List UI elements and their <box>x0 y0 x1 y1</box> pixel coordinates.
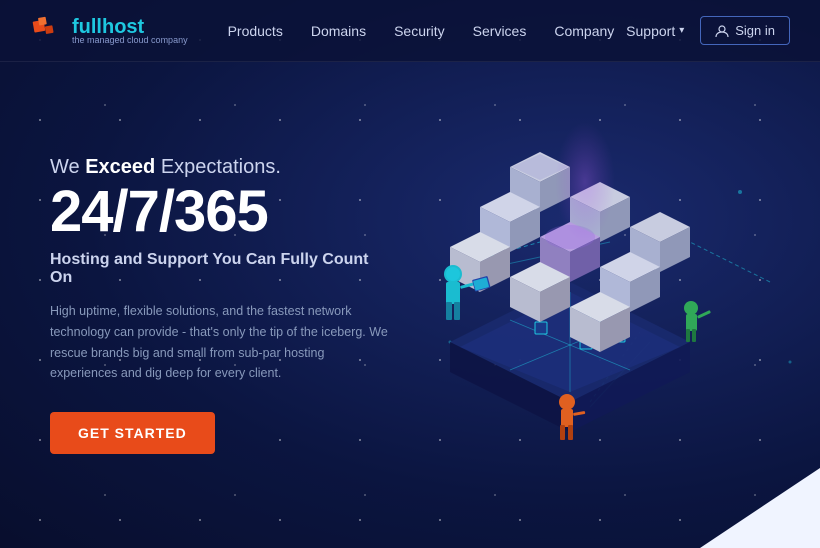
description: High uptime, flexible solutions, and the… <box>50 301 390 384</box>
nav-security[interactable]: Security <box>394 23 445 39</box>
nav-links: Products Domains Security Services Compa… <box>228 23 627 39</box>
navbar: fullhost the managed cloud company Produ… <box>0 0 820 62</box>
hero-illustration <box>390 62 770 548</box>
user-icon <box>715 24 729 38</box>
logo-sub: the managed cloud company <box>72 35 188 45</box>
logo-icon <box>30 14 64 48</box>
server-illustration <box>390 92 750 442</box>
subtitle: Hosting and Support You Can Fully Count … <box>50 251 390 287</box>
nav-company[interactable]: Company <box>554 23 614 39</box>
support-button[interactable]: Support ▾ <box>626 23 684 39</box>
nav-right: Support ▾ Sign in <box>626 16 790 45</box>
nav-services[interactable]: Services <box>473 23 527 39</box>
nav-products[interactable]: Products <box>228 23 283 39</box>
cta-button[interactable]: GET STARTED <box>50 412 215 454</box>
chevron-down-icon: ▾ <box>679 25 684 36</box>
logo[interactable]: fullhost the managed cloud company <box>30 14 188 48</box>
hero-section: We Exceed Expectations. 24/7/365 Hosting… <box>0 62 820 548</box>
big-number: 24/7/365 <box>50 183 390 241</box>
hero-content: We Exceed Expectations. 24/7/365 Hosting… <box>50 156 390 454</box>
nav-domains[interactable]: Domains <box>311 23 366 39</box>
signin-button[interactable]: Sign in <box>700 16 790 45</box>
tagline: We Exceed Expectations. <box>50 156 390 179</box>
